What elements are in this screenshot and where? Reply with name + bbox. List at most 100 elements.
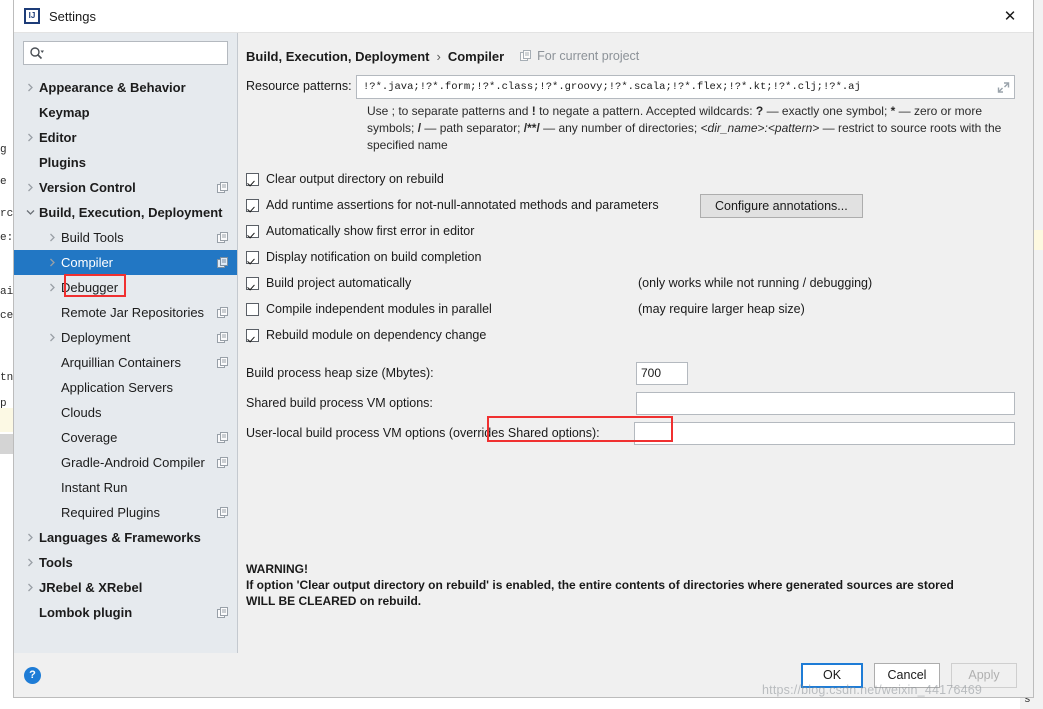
apply-button[interactable]: Apply	[951, 662, 1017, 688]
sidebar-item-application-servers[interactable]: Application Servers	[14, 375, 237, 400]
hint-part: — exactly one symbol;	[763, 104, 891, 118]
chevron-down-icon[interactable]	[22, 208, 39, 217]
help-icon[interactable]: ?	[24, 666, 41, 684]
build-heap-size-field[interactable]	[636, 361, 688, 385]
checkbox-checked-icon[interactable]	[246, 328, 259, 342]
sidebar-item-jrebel-xrebel[interactable]: JRebel & XRebel	[14, 575, 237, 600]
checkbox-note: (may require larger heap size)	[638, 302, 805, 316]
project-settings-icon	[217, 506, 229, 519]
expand-icon[interactable]	[997, 81, 1010, 94]
checkbox-group: Clear output directory on rebuild Add run…	[246, 166, 1015, 442]
checkbox-row[interactable]: Clear output directory on rebuild	[246, 166, 1015, 192]
breadcrumb-current: Compiler	[447, 48, 505, 64]
chevron-right-icon[interactable]	[22, 183, 39, 192]
chevron-right-icon[interactable]	[44, 258, 61, 267]
sidebar-item-gradle-android-compiler[interactable]: Gradle-Android Compiler	[14, 450, 237, 475]
shared-vm-options-label: Shared build process VM options:	[246, 396, 433, 410]
bg-fragment: g	[0, 144, 7, 156]
user-local-vm-options-input[interactable]	[635, 422, 1014, 444]
sidebar-item-instant-run[interactable]: Instant Run	[14, 475, 237, 500]
ok-button[interactable]: OK	[801, 662, 863, 688]
settings-content-panel: Build, Execution, Deployment › Compiler …	[238, 33, 1033, 653]
user-local-vm-options-field[interactable]	[634, 421, 1015, 445]
sidebar-item-lombok-plugin[interactable]: Lombok plugin	[14, 600, 237, 625]
settings-tree[interactable]: Appearance & Behavior Keymap Editor Plugins…	[14, 71, 237, 653]
sidebar-item-label: Compiler	[61, 255, 114, 270]
chevron-right-icon[interactable]	[44, 283, 61, 292]
sidebar-item-label: Required Plugins	[61, 505, 161, 520]
search-input[interactable]	[44, 43, 222, 63]
checkbox-unchecked-icon[interactable]	[246, 302, 259, 316]
bg-fragment: ai	[0, 286, 14, 298]
sidebar-item-build-tools[interactable]: Build Tools	[14, 225, 237, 250]
project-settings-icon	[217, 231, 229, 244]
chevron-right-icon[interactable]	[44, 333, 61, 342]
checkbox-checked-icon[interactable]	[246, 198, 259, 212]
sidebar-item-label: Version Control	[39, 180, 136, 195]
shared-vm-options-input[interactable]	[637, 392, 1014, 414]
sidebar-item-label: Application Servers	[61, 380, 173, 395]
chevron-right-icon[interactable]	[22, 533, 39, 542]
warning-line-1: If option 'Clear output directory on reb…	[246, 578, 954, 592]
sidebar-item-languages-frameworks[interactable]: Languages & Frameworks	[14, 525, 237, 550]
chevron-right-icon[interactable]	[22, 83, 39, 92]
sidebar-item-editor[interactable]: Editor	[14, 125, 237, 150]
sidebar-item-deployment[interactable]: Deployment	[14, 325, 237, 350]
checkbox-row[interactable]: Display notification on build completion	[246, 244, 1015, 270]
configure-annotations-button[interactable]: Configure annotations...	[700, 194, 863, 218]
sidebar-item-version-control[interactable]: Version Control	[14, 175, 237, 200]
checkbox-row[interactable]: Compile independent modules in parallel (…	[246, 296, 1015, 322]
chevron-right-icon[interactable]	[22, 558, 39, 567]
bg-fragment: tn	[0, 372, 14, 384]
shared-vm-options-field[interactable]	[636, 391, 1015, 415]
resource-patterns-row: Resource patterns:	[246, 75, 1015, 99]
field-row: User-local build process VM options (ove…	[246, 418, 1015, 448]
close-icon[interactable]: ✕	[987, 0, 1033, 33]
chevron-right-icon[interactable]	[22, 133, 39, 142]
settings-dialog: Settings ✕ Appearance & BehaviorKey	[13, 0, 1034, 698]
project-settings-icon	[217, 356, 229, 369]
sidebar-item-plugins[interactable]: Plugins	[14, 150, 237, 175]
settings-scope: For current project	[520, 49, 639, 63]
sidebar-item-build-execution-deployment[interactable]: Build, Execution, Deployment	[14, 200, 237, 225]
sidebar-item-label: Gradle-Android Compiler	[61, 455, 205, 470]
search-box[interactable]	[23, 41, 228, 65]
cancel-button[interactable]: Cancel	[874, 662, 940, 688]
sidebar-item-label: Plugins	[39, 155, 86, 170]
checkbox-checked-icon[interactable]	[246, 276, 259, 290]
sidebar-item-label: JRebel & XRebel	[39, 580, 143, 595]
sidebar-item-tools[interactable]: Tools	[14, 550, 237, 575]
checkbox-checked-icon[interactable]	[246, 250, 259, 264]
sidebar-item-clouds[interactable]: Clouds	[14, 400, 237, 425]
sidebar-item-arquillian-containers[interactable]: Arquillian Containers	[14, 350, 237, 375]
hint-part: — path separator;	[421, 121, 524, 135]
checkbox-row[interactable]: Rebuild module on dependency change	[246, 322, 1015, 348]
checkbox-checked-icon[interactable]	[246, 224, 259, 238]
chevron-right-icon[interactable]	[22, 583, 39, 592]
checkbox-row[interactable]: Add runtime assertions for not-null-anno…	[246, 192, 1015, 218]
project-settings-icon	[217, 456, 229, 469]
checkbox-row[interactable]: Automatically show first error in editor	[246, 218, 1015, 244]
hint-part: — any number of directories;	[539, 121, 701, 135]
sidebar-item-label: Arquillian Containers	[61, 355, 181, 370]
breadcrumb-parent[interactable]: Build, Execution, Deployment	[246, 49, 429, 64]
resource-patterns-field-wrapper[interactable]	[356, 75, 1015, 99]
sidebar-item-appearance-behavior[interactable]: Appearance & Behavior	[14, 75, 237, 100]
settings-sidebar: Appearance & Behavior Keymap Editor Plugins…	[14, 33, 238, 653]
checkbox-row[interactable]: Build project automatically (only works w…	[246, 270, 1015, 296]
build-heap-size-input[interactable]	[637, 362, 687, 384]
footer-actions: OK Cancel Apply	[801, 662, 1017, 688]
sidebar-item-remote-jar-repositories[interactable]: Remote Jar Repositories	[14, 300, 237, 325]
warning-text: WARNING! If option 'Clear output directo…	[246, 561, 954, 609]
sidebar-item-required-plugins[interactable]: Required Plugins	[14, 500, 237, 525]
sidebar-item-compiler[interactable]: Compiler	[14, 250, 237, 275]
chevron-right-icon[interactable]	[44, 233, 61, 242]
sidebar-item-keymap[interactable]: Keymap	[14, 100, 237, 125]
checkbox-label: Automatically show first error in editor	[266, 224, 475, 238]
sidebar-item-label: Appearance & Behavior	[39, 80, 186, 95]
resource-patterns-input[interactable]	[361, 77, 997, 97]
field-group: Build process heap size (Mbytes): Shared …	[246, 358, 1015, 448]
sidebar-item-coverage[interactable]: Coverage	[14, 425, 237, 450]
checkbox-checked-icon[interactable]	[246, 172, 259, 186]
sidebar-item-debugger[interactable]: Debugger	[14, 275, 237, 300]
